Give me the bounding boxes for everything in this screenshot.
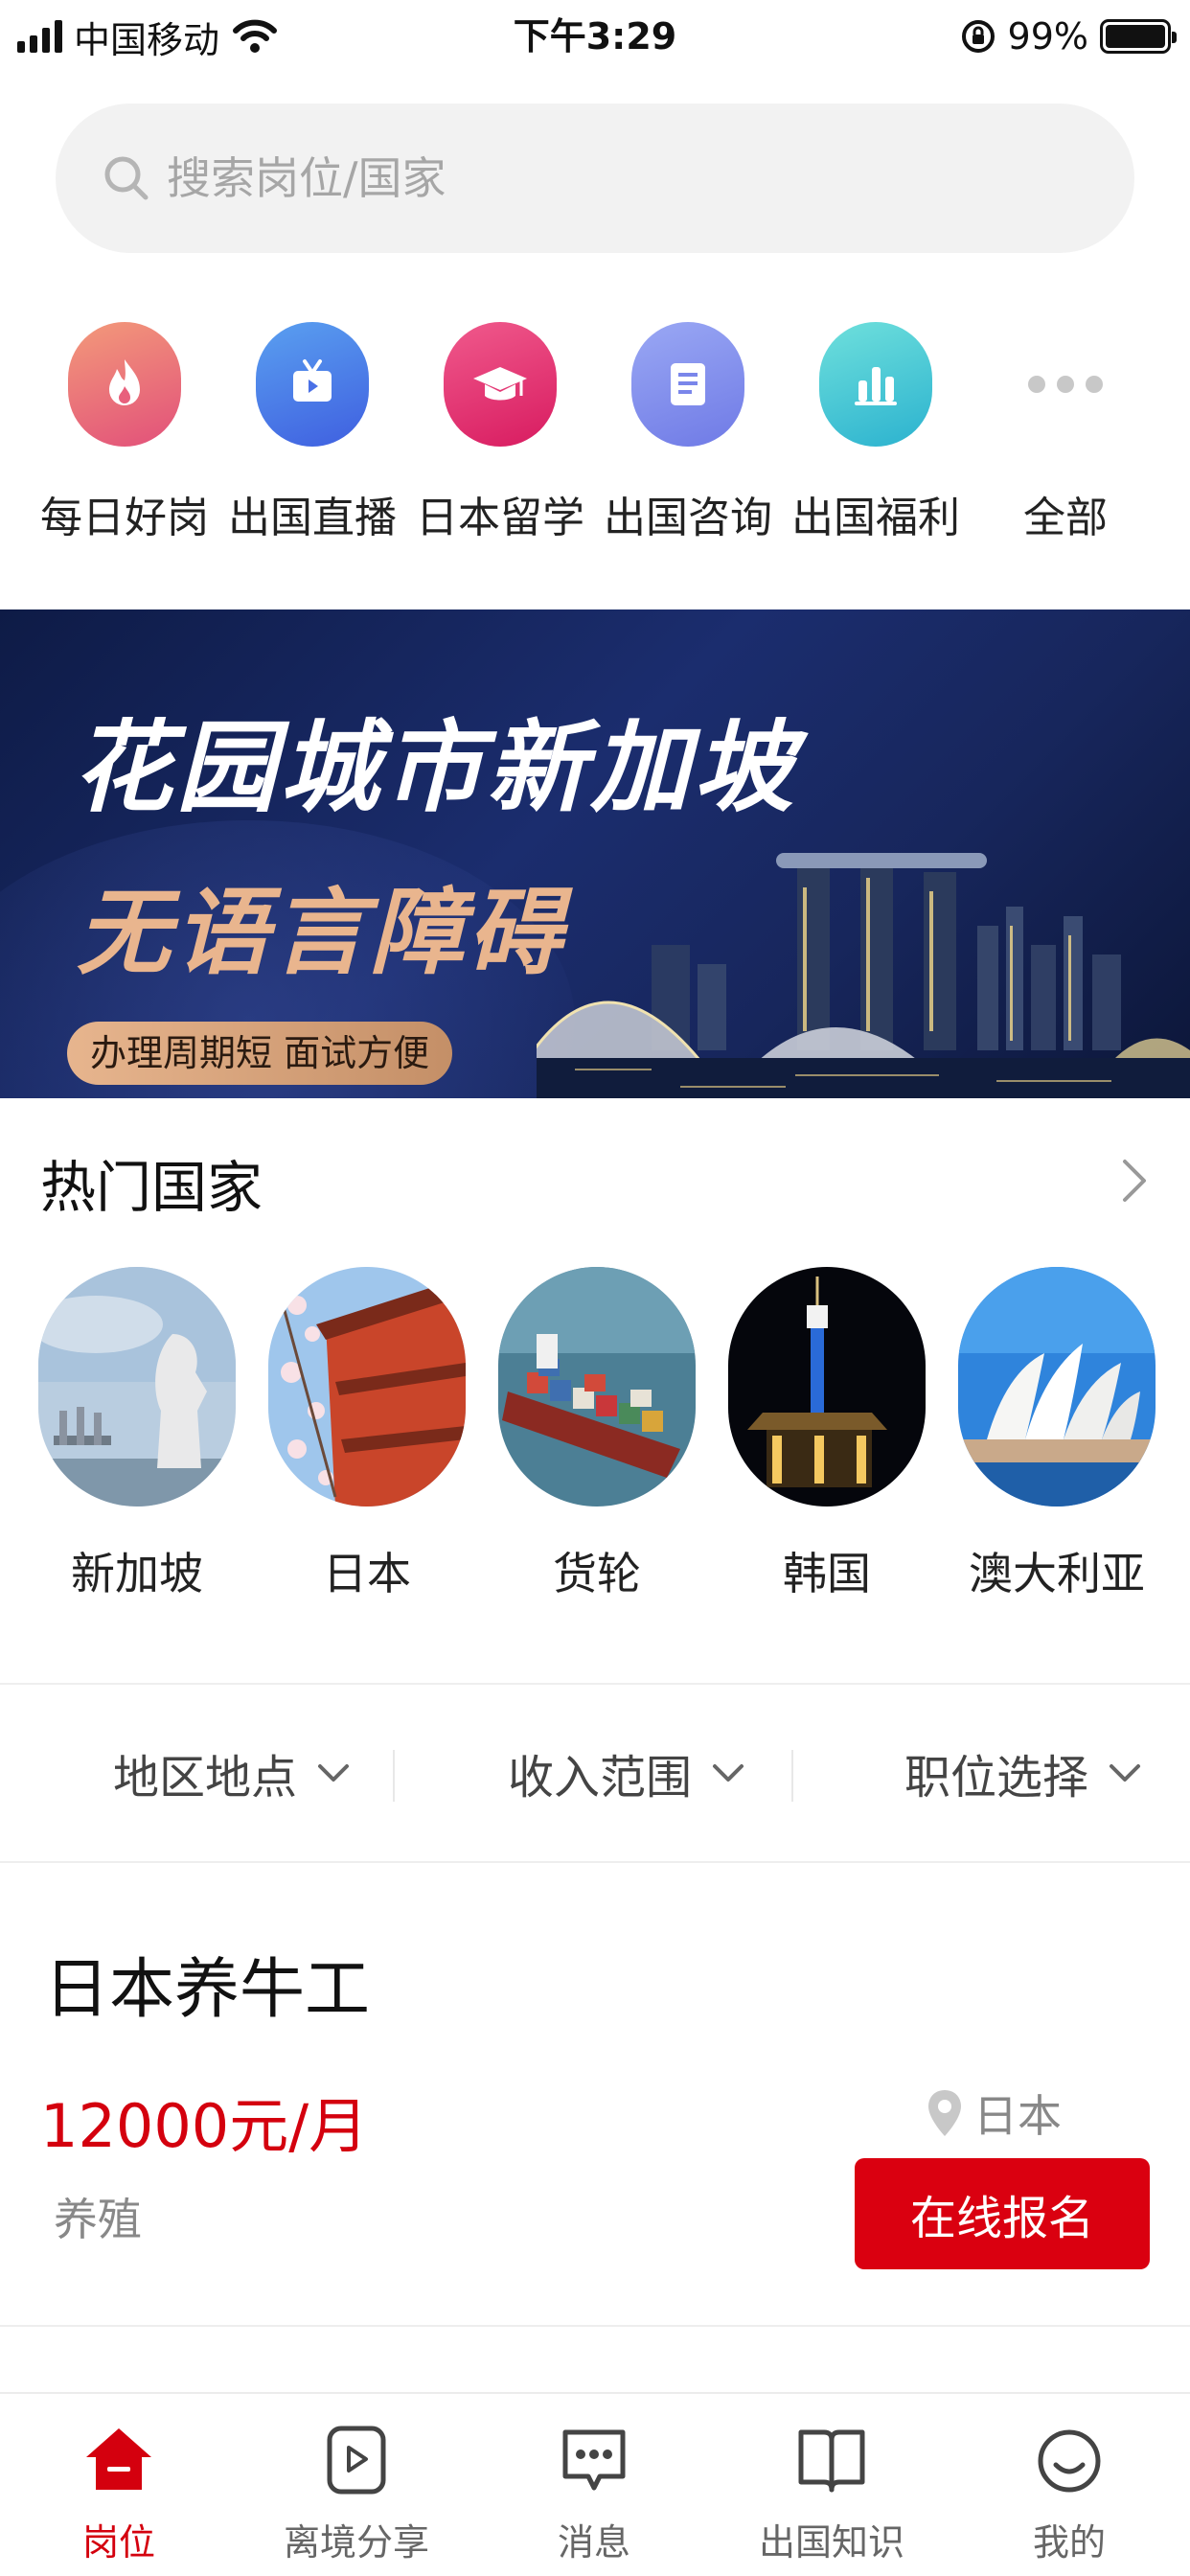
country-label: 货轮 <box>553 1548 641 1599</box>
category-all[interactable]: 全部 <box>972 322 1159 544</box>
job-salary: 12000元/月 <box>40 2091 369 2161</box>
japan-photo <box>268 1267 466 1506</box>
tab-label: 出国知识 <box>758 2521 904 2564</box>
search-input[interactable] <box>167 152 1029 204</box>
graduation-cap-icon <box>444 322 557 447</box>
section-divider <box>0 1683 1190 1685</box>
job-location: 日本 <box>926 2082 1062 2145</box>
korea-photo <box>728 1267 926 1506</box>
country-australia[interactable]: 澳大利亚 <box>958 1267 1156 1602</box>
tv-icon <box>256 322 369 447</box>
bottom-tab-bar: 岗位 离境分享 消息 出国知识 我的 <box>0 2392 1190 2576</box>
message-icon <box>562 2429 626 2491</box>
category-benefits[interactable]: 出国福利 <box>782 322 970 544</box>
rotation-lock-icon <box>961 20 995 53</box>
tab-label: 岗位 <box>81 2521 155 2564</box>
country-cargo-ship[interactable]: 货轮 <box>498 1267 696 1602</box>
category-label: 出国直播 <box>228 494 397 542</box>
filter-income[interactable]: 收入范围 <box>508 1725 747 1821</box>
chevron-down-icon <box>1110 1764 1141 1782</box>
chevron-down-icon <box>318 1764 350 1782</box>
section-divider <box>0 2325 1190 2327</box>
location-pin-icon <box>928 2090 961 2136</box>
country-japan[interactable]: 日本 <box>268 1267 466 1602</box>
tab-jobs[interactable]: 岗位 <box>23 2423 215 2565</box>
country-label: 澳大利亚 <box>969 1548 1145 1599</box>
category-label: 全部 <box>1023 494 1108 542</box>
country-label: 新加坡 <box>71 1548 203 1599</box>
chevron-right-icon[interactable] <box>1113 1154 1156 1208</box>
filter-label: 地区地点 <box>113 1751 298 1805</box>
search-bar[interactable] <box>56 104 1134 253</box>
document-icon <box>631 322 744 447</box>
australia-photo <box>958 1267 1156 1506</box>
bar-chart-icon <box>819 322 932 447</box>
tab-label: 离境分享 <box>283 2521 429 2564</box>
chevron-down-icon <box>713 1764 744 1782</box>
more-dots-icon <box>972 322 1159 447</box>
battery-icon <box>1100 19 1177 54</box>
job-title: 日本养牛工 <box>44 1952 371 2028</box>
filter-separator <box>791 1750 793 1802</box>
country-singapore[interactable]: 新加坡 <box>38 1267 236 1602</box>
job-location-label: 日本 <box>973 2090 1062 2142</box>
tab-label: 我的 <box>1032 2521 1106 2564</box>
hot-countries-title: 热门国家 <box>40 1155 263 1220</box>
tab-knowledge[interactable]: 出国知识 <box>736 2423 927 2565</box>
job-category: 养殖 <box>54 2194 142 2245</box>
promo-banner[interactable]: 花园城市新加坡 无语言障碍 办理周期短 面试方便 <box>0 610 1190 1098</box>
filter-label: 职位选择 <box>904 1751 1089 1805</box>
quick-categories: 每日好岗 出国直播 日本留学 出国咨询 出国福利 全部 <box>0 322 1190 552</box>
category-daily-jobs[interactable]: 每日好岗 <box>31 322 218 544</box>
flame-icon <box>68 322 181 447</box>
singapore-photo <box>38 1267 236 1506</box>
section-divider <box>0 1861 1190 1863</box>
singapore-skyline-image <box>537 853 1190 1098</box>
tab-label: 消息 <box>557 2521 630 2564</box>
country-label: 韩国 <box>783 1548 871 1599</box>
category-label: 日本留学 <box>416 494 584 542</box>
smile-profile-icon <box>1038 2429 1101 2493</box>
search-icon <box>104 156 149 200</box>
category-live[interactable]: 出国直播 <box>218 322 406 544</box>
book-icon <box>798 2429 865 2493</box>
filter-label: 收入范围 <box>508 1751 693 1805</box>
category-label: 每日好岗 <box>40 494 209 542</box>
category-label: 出国福利 <box>791 494 960 542</box>
tab-share[interactable]: 离境分享 <box>261 2423 452 2565</box>
country-korea[interactable]: 韩国 <box>728 1267 926 1602</box>
tab-profile[interactable]: 我的 <box>973 2423 1165 2565</box>
share-icon <box>327 2426 386 2495</box>
cargo-ship-photo <box>498 1267 696 1506</box>
home-icon <box>86 2428 151 2490</box>
tab-messages[interactable]: 消息 <box>498 2423 690 2565</box>
filter-location[interactable]: 地区地点 <box>113 1725 353 1821</box>
banner-subtitle: 无语言障碍 <box>77 878 566 988</box>
category-study-japan[interactable]: 日本留学 <box>406 322 594 544</box>
filter-position[interactable]: 职位选择 <box>904 1725 1144 1821</box>
banner-tag: 办理周期短 面试方便 <box>67 1022 453 1085</box>
banner-title: 花园城市新加坡 <box>73 708 798 826</box>
apply-online-button[interactable]: 在线报名 <box>855 2158 1150 2269</box>
status-bar: 中国移动 下午3:29 99% <box>0 0 1190 73</box>
country-label: 日本 <box>323 1548 411 1599</box>
status-right: 99% <box>960 12 1177 61</box>
filter-separator <box>393 1750 395 1802</box>
battery-percent: 99% <box>1007 15 1088 58</box>
category-label: 出国咨询 <box>604 494 772 542</box>
category-consulting[interactable]: 出国咨询 <box>594 322 782 544</box>
